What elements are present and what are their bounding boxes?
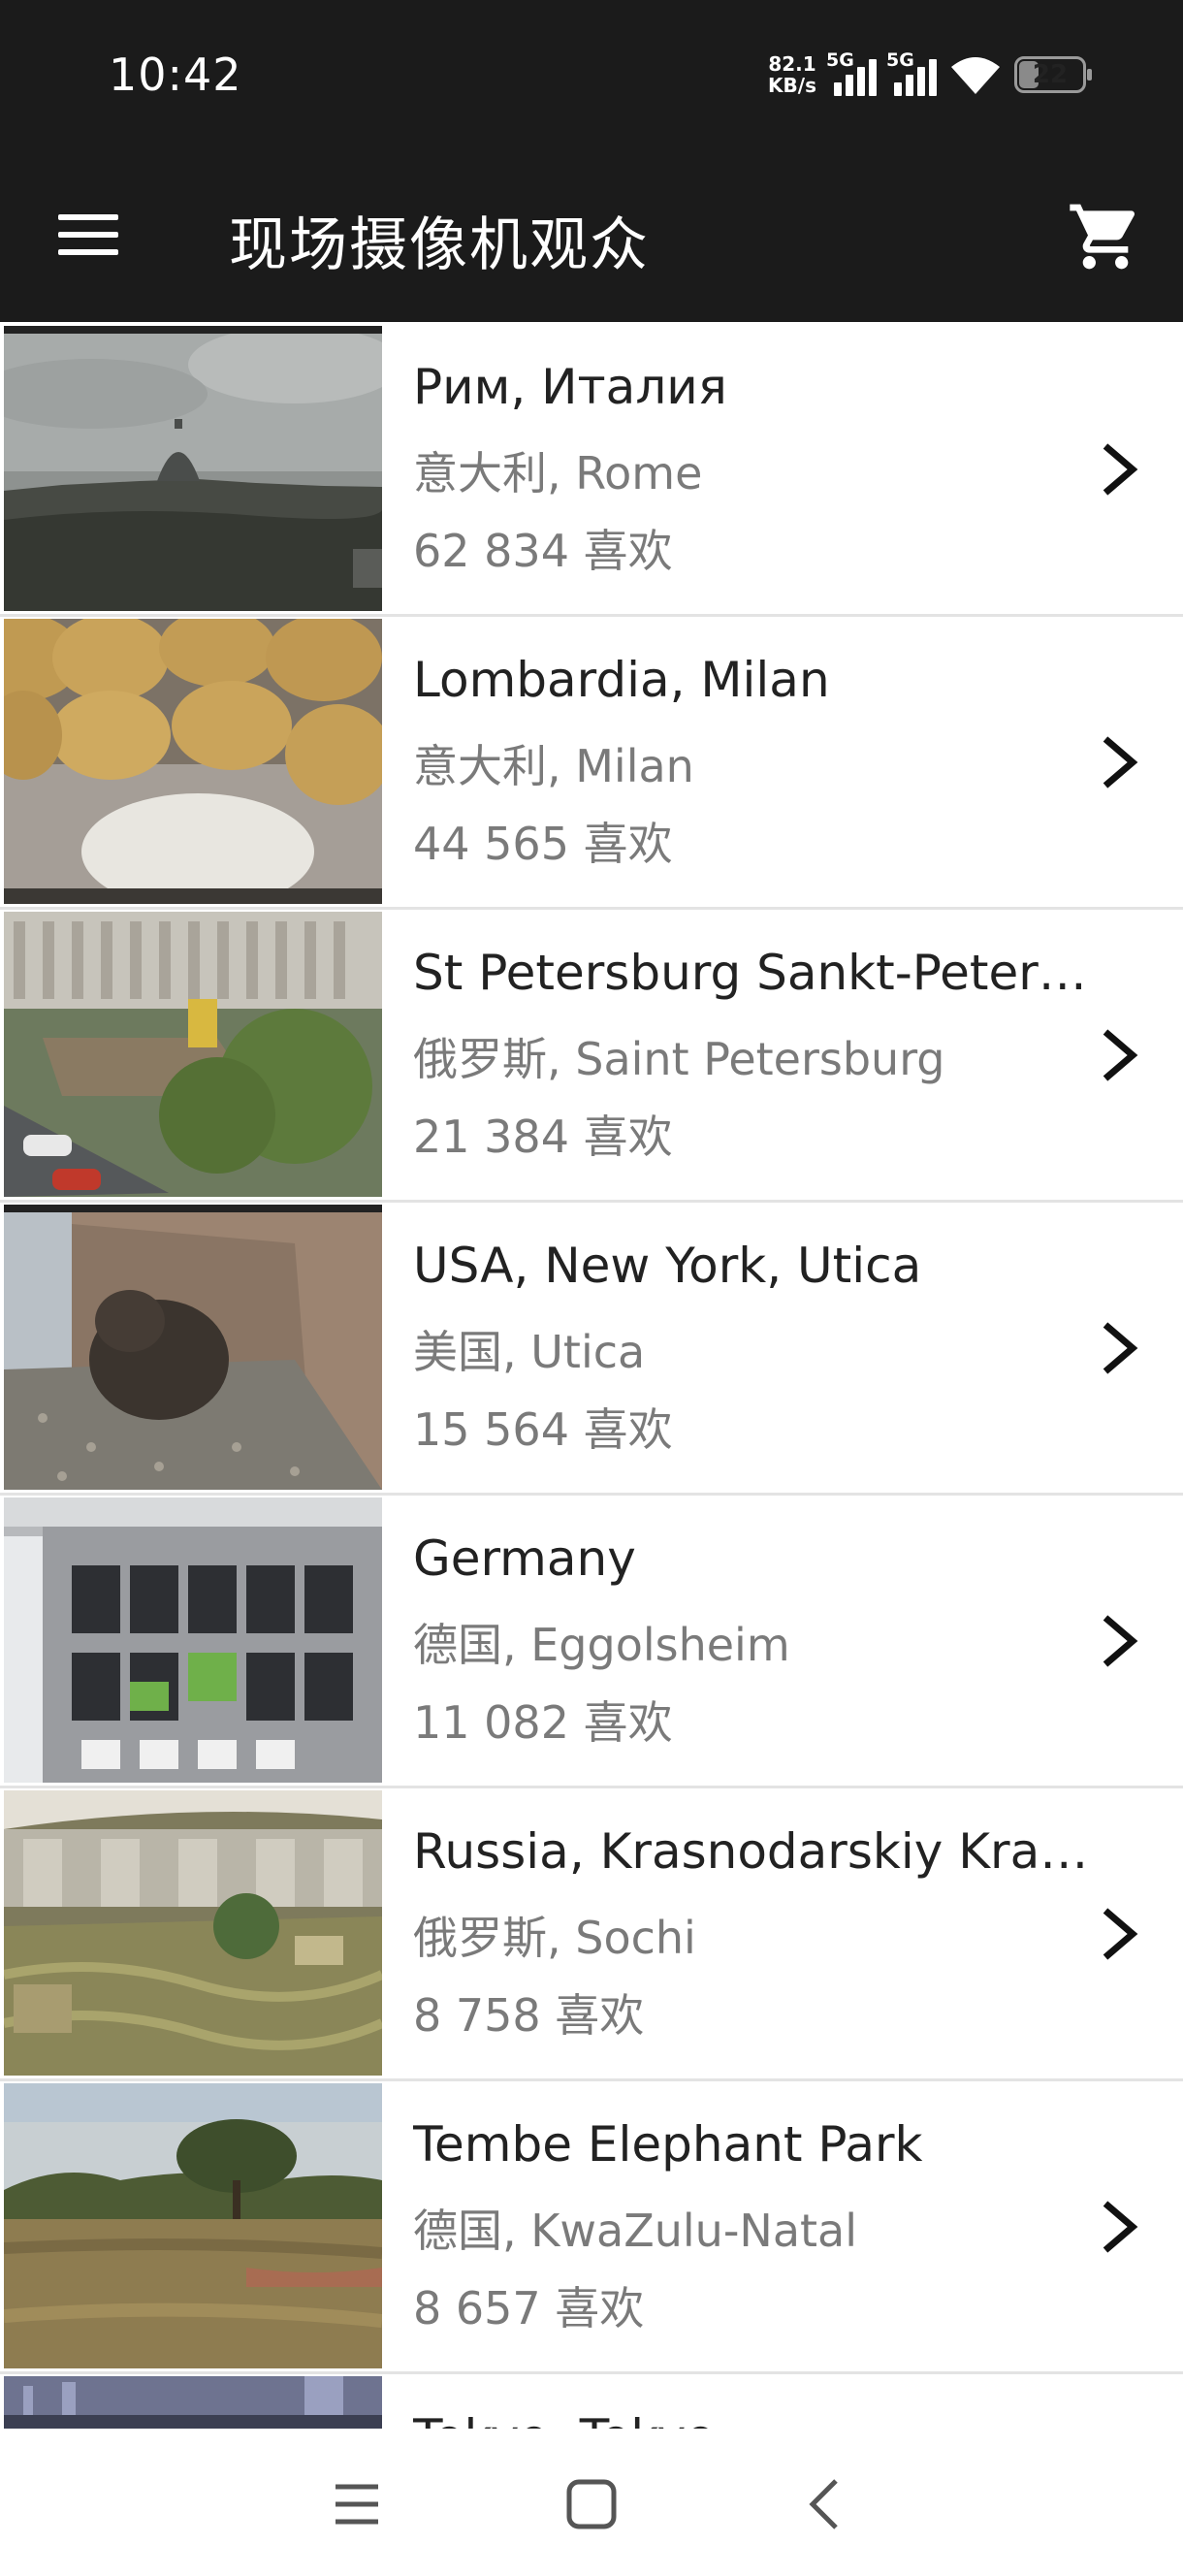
- chevron-right-icon[interactable]: [1098, 1610, 1142, 1672]
- status-time: 10:42: [109, 48, 242, 101]
- camera-title: Germany: [413, 1530, 636, 1587]
- battery-icon: 22: [1014, 56, 1092, 93]
- camera-thumbnail: [4, 1205, 382, 1490]
- camera-thumbnail: [4, 619, 382, 904]
- camera-likes: 44 565 喜欢: [413, 818, 673, 870]
- back-icon[interactable]: [797, 2475, 855, 2533]
- camera-title: Tembe Elephant Park: [413, 2116, 923, 2173]
- sim2-network-label: 5G: [886, 49, 914, 71]
- camera-location: 俄罗斯, Sochi: [413, 1912, 696, 1964]
- camera-likes: 62 834 喜欢: [413, 525, 673, 577]
- camera-likes: 8 758 喜欢: [413, 1989, 645, 2042]
- app-title: 现场摄像机观众: [229, 211, 650, 279]
- camera-title: Tokyo, Tokyo: [413, 2409, 1092, 2429]
- camera-location: 德国, Eggolsheim: [413, 1619, 790, 1671]
- camera-title: Russia, Krasnodarskiy Kray…: [413, 1823, 1092, 1880]
- camera-thumbnail: [4, 1497, 382, 1783]
- chevron-right-icon[interactable]: [1098, 1024, 1142, 1086]
- home-icon[interactable]: [562, 2475, 621, 2533]
- chevron-right-icon[interactable]: [1098, 1903, 1142, 1965]
- recents-icon[interactable]: [328, 2475, 386, 2533]
- camera-list-item[interactable]: USA, New York, Utica 美国, Utica 15 564 喜欢: [0, 1203, 1183, 1496]
- battery-level: 22: [1032, 60, 1069, 89]
- camera-list-item[interactable]: Рим, Италия 意大利, Rome 62 834 喜欢: [0, 324, 1183, 617]
- camera-location: 美国, Utica: [413, 1326, 646, 1378]
- camera-list-item[interactable]: Tembe Elephant Park 德国, KwaZulu-Natal 8 …: [0, 2081, 1183, 2374]
- camera-thumbnail: [4, 326, 382, 611]
- status-bar: 10:42 82.1 KB/s 5G 5G 22: [0, 0, 1183, 145]
- camera-title: Рим, Италия: [413, 359, 727, 415]
- camera-thumbnail: [4, 912, 382, 1197]
- camera-thumbnail: [4, 2376, 382, 2429]
- camera-likes: 8 657 喜欢: [413, 2282, 645, 2334]
- camera-list-item[interactable]: St Petersburg Sankt-Peter… 俄罗斯, Saint Pe…: [0, 910, 1183, 1203]
- camera-list[interactable]: Рим, Италия 意大利, Rome 62 834 喜欢 Lombardi…: [0, 324, 1183, 2429]
- chevron-right-icon[interactable]: [1098, 438, 1142, 500]
- network-speed: 82.1 KB/s: [768, 53, 816, 96]
- camera-list-item[interactable]: Tokyo, Tokyo: [0, 2374, 1183, 2429]
- app-bar: 现场摄像机观众: [0, 145, 1183, 322]
- camera-location: 意大利, Rome: [413, 447, 703, 499]
- camera-thumbnail: [4, 2083, 382, 2368]
- network-speed-value: 82.1: [768, 52, 816, 76]
- camera-likes: 11 082 喜欢: [413, 1696, 673, 1749]
- cart-icon[interactable]: [1067, 198, 1144, 275]
- camera-location: 俄罗斯, Saint Petersburg: [413, 1033, 945, 1085]
- chevron-right-icon[interactable]: [1098, 1317, 1142, 1379]
- camera-location: 德国, KwaZulu-Natal: [413, 2205, 858, 2257]
- system-nav-bar: [0, 2429, 1183, 2576]
- camera-title: St Petersburg Sankt-Peter…: [413, 945, 1087, 1001]
- camera-thumbnail: [4, 1790, 382, 2076]
- camera-likes: 15 564 喜欢: [413, 1403, 673, 1456]
- menu-icon: [58, 214, 118, 220]
- camera-list-item[interactable]: Lombardia, Milan 意大利, Milan 44 565 喜欢: [0, 617, 1183, 910]
- wifi-icon: [951, 57, 1000, 94]
- signal-sim2-icon: 5G: [886, 49, 937, 96]
- chevron-right-icon[interactable]: [1098, 2196, 1142, 2258]
- camera-list-item[interactable]: Russia, Krasnodarskiy Kray… 俄罗斯, Sochi 8…: [0, 1788, 1183, 2081]
- menu-button[interactable]: [45, 196, 130, 274]
- camera-list-item[interactable]: Germany 德国, Eggolsheim 11 082 喜欢: [0, 1496, 1183, 1788]
- chevron-right-icon[interactable]: [1098, 731, 1142, 793]
- sim1-network-label: 5G: [826, 49, 854, 71]
- signal-sim1-icon: 5G: [826, 49, 877, 96]
- camera-likes: 21 384 喜欢: [413, 1111, 673, 1163]
- camera-title: Lombardia, Milan: [413, 652, 830, 708]
- camera-title: USA, New York, Utica: [413, 1238, 922, 1294]
- status-icons: 82.1 KB/s 5G 5G 22: [768, 49, 1092, 99]
- camera-location: 意大利, Milan: [413, 740, 694, 792]
- network-speed-unit: KB/s: [768, 74, 816, 97]
